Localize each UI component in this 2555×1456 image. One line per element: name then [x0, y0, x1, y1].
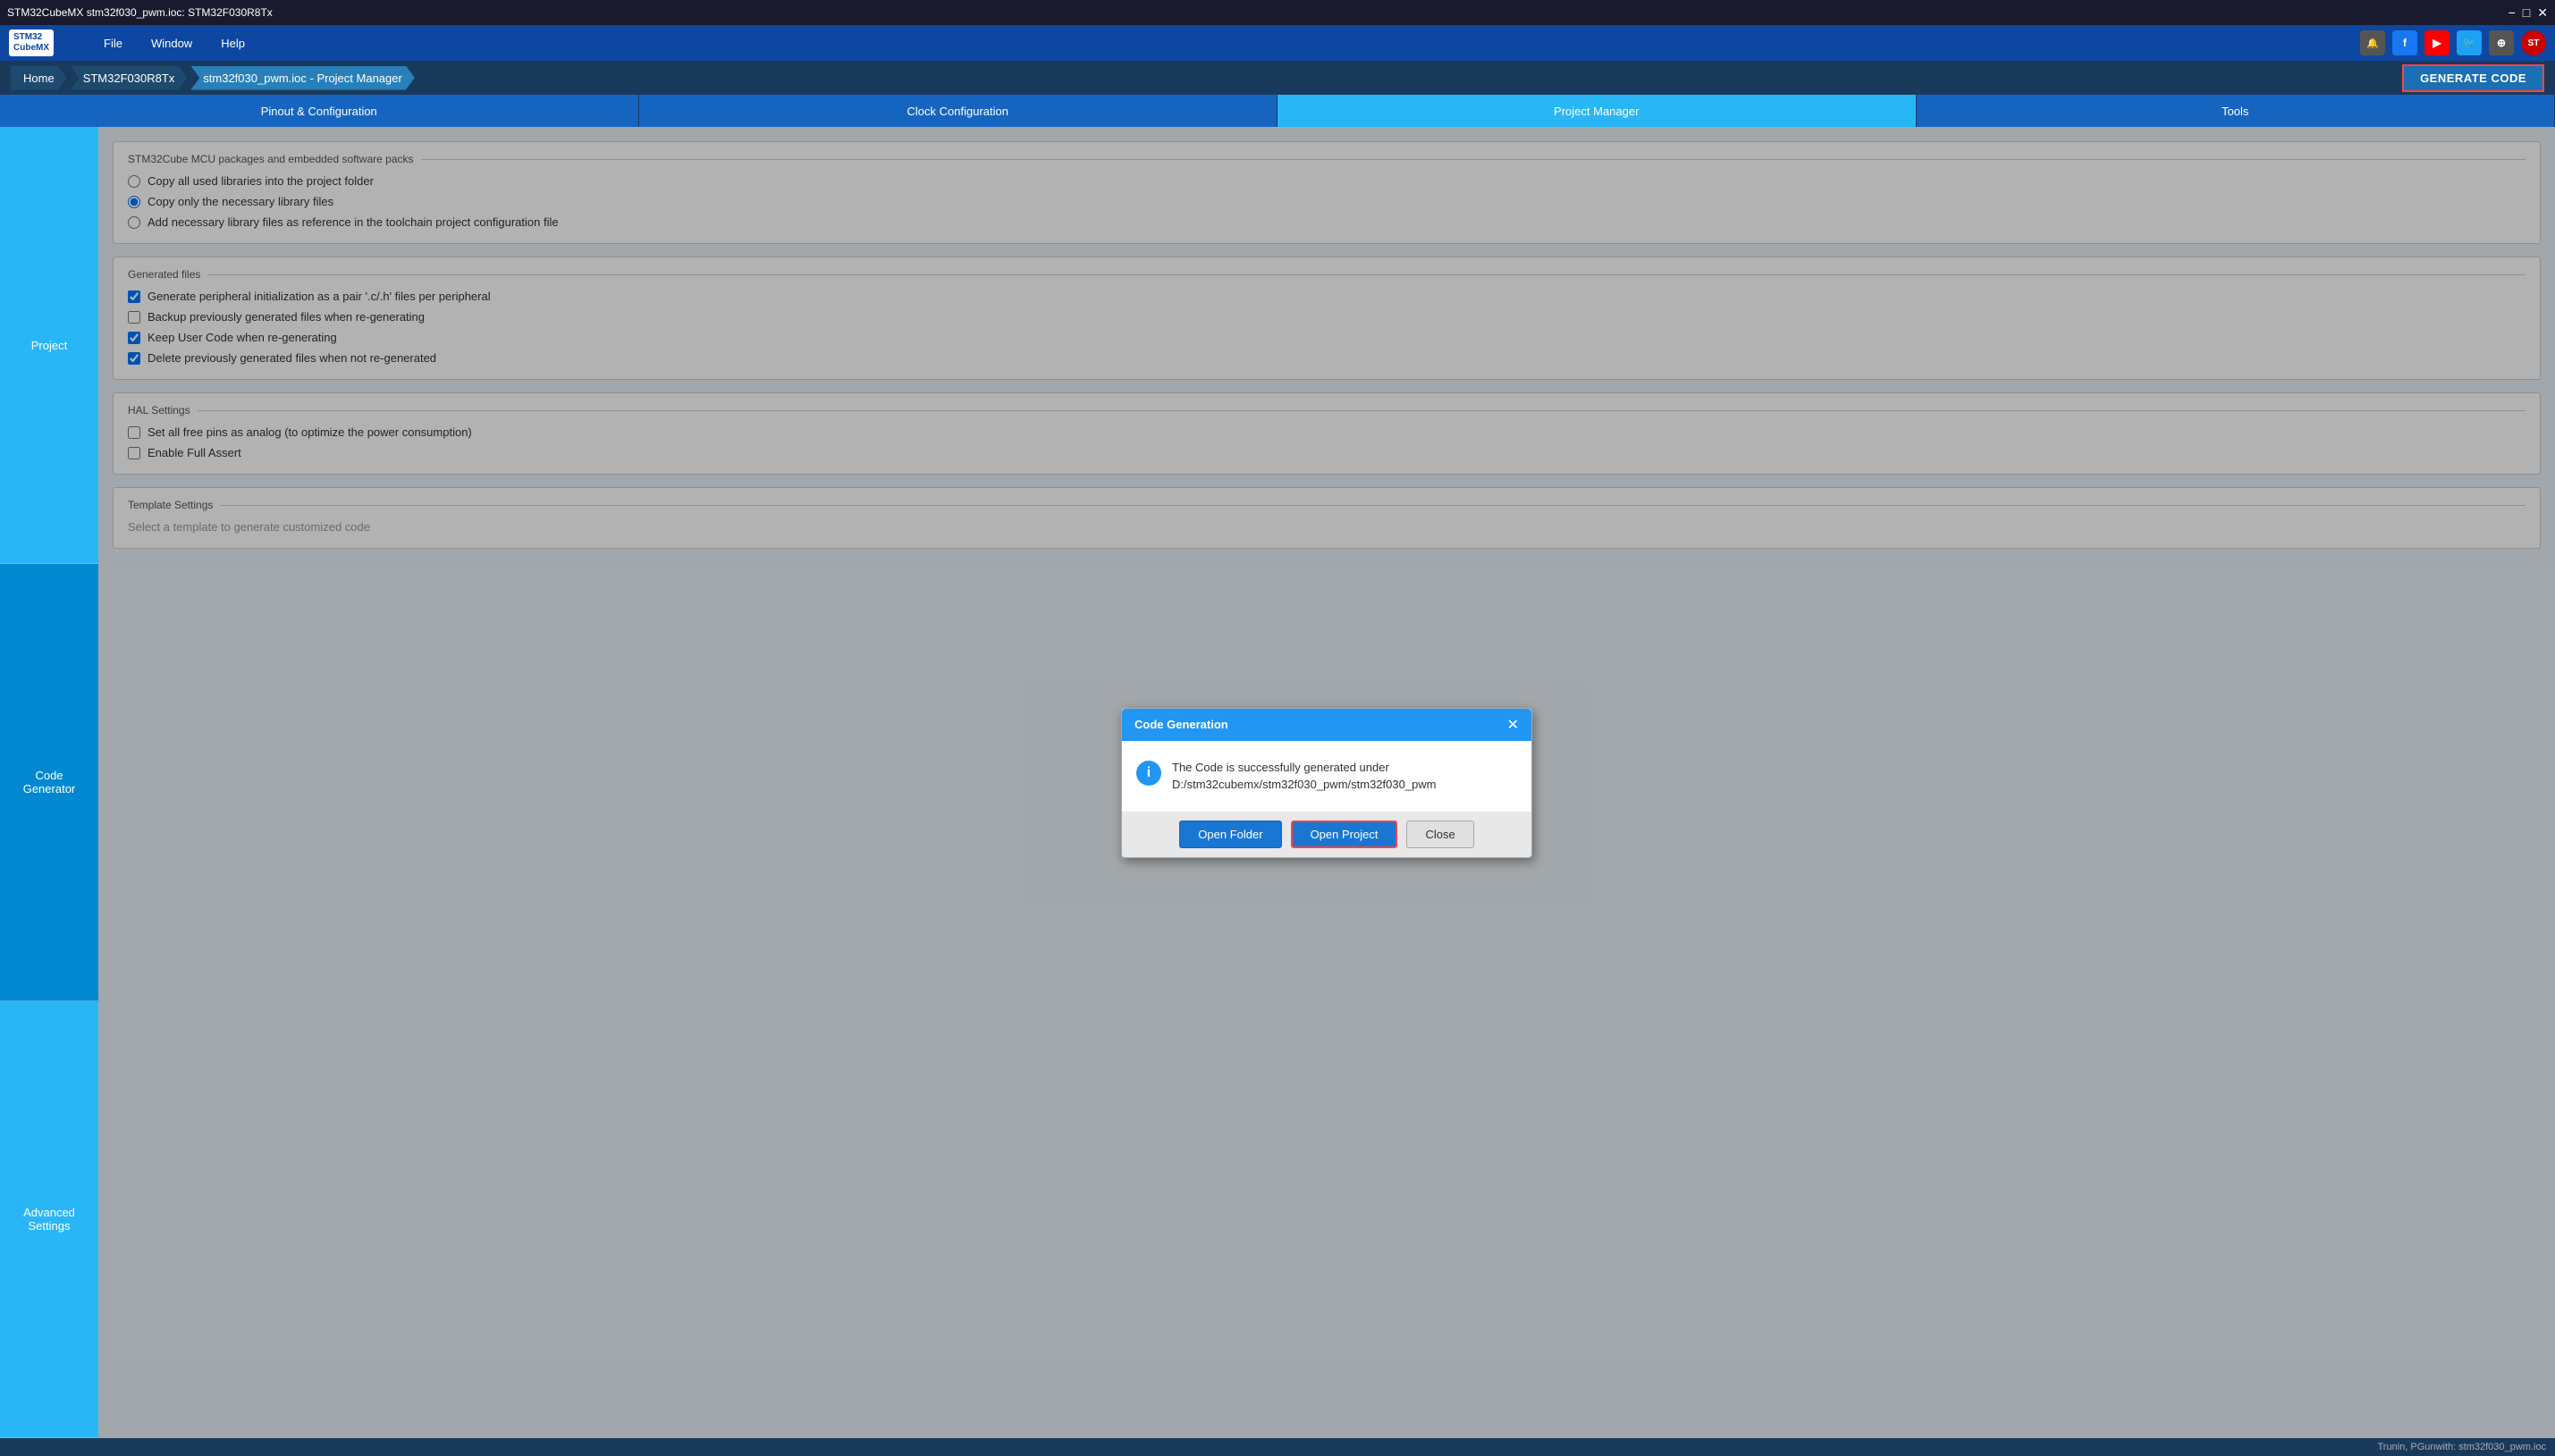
close-button[interactable]: ✕ — [2537, 5, 2548, 21]
tab-clock[interactable]: Clock Configuration — [639, 95, 1278, 127]
notification-icon[interactable]: 🔔 — [2360, 30, 2385, 55]
breadcrumb-bar: Home STM32F030R8Tx stm32f030_pwm.ioc - P… — [0, 61, 2555, 95]
modal-header: Code Generation ✕ — [1122, 709, 1531, 741]
modal-footer: Open Folder Open Project Close — [1122, 812, 1531, 857]
network-icon[interactable]: ⊕ — [2489, 30, 2514, 55]
tab-project-manager[interactable]: Project Manager — [1278, 95, 1917, 127]
modal-close-button[interactable]: ✕ — [1507, 716, 1519, 734]
menu-help[interactable]: Help — [207, 31, 259, 55]
youtube-icon[interactable]: ▶ — [2424, 30, 2450, 55]
status-text: Trunin, PGunwith: stm32f030_pwm.ioc — [2377, 1442, 2546, 1452]
modal-overlay: Code Generation ✕ i The Code is successf… — [98, 127, 2555, 1438]
content-area: STM32Cube MCU packages and embedded soft… — [98, 127, 2555, 1438]
tab-tools[interactable]: Tools — [1917, 95, 2555, 127]
app-title: STM32CubeMX stm32f030_pwm.ioc: STM32F030… — [7, 6, 273, 19]
main-layout: Project Code Generator Advanced Settings… — [0, 127, 2555, 1438]
generate-code-button[interactable]: GENERATE CODE — [2402, 64, 2544, 92]
tab-pinout[interactable]: Pinout & Configuration — [0, 95, 639, 127]
status-bar: Trunin, PGunwith: stm32f030_pwm.ioc — [0, 1438, 2555, 1456]
modal-message: The Code is successfully generated under… — [1172, 759, 1517, 794]
tab-bar: Pinout & Configuration Clock Configurati… — [0, 95, 2555, 127]
menu-bar: STM32 CubeMX File Window Help 🔔 f ▶ 🐦 ⊕ … — [0, 25, 2555, 61]
open-folder-button[interactable]: Open Folder — [1179, 821, 1281, 848]
menu-file[interactable]: File — [89, 31, 137, 55]
open-project-button[interactable]: Open Project — [1291, 821, 1398, 848]
sidebar-item-advanced-settings[interactable]: Advanced Settings — [0, 1001, 98, 1438]
breadcrumb-home[interactable]: Home — [11, 66, 67, 90]
title-bar-controls: − □ ✕ — [2509, 5, 2548, 21]
maximize-button[interactable]: □ — [2523, 5, 2530, 21]
app-logo: STM32 CubeMX — [9, 29, 54, 56]
st-logo[interactable]: ST — [2521, 30, 2546, 55]
minimize-button[interactable]: − — [2509, 5, 2516, 21]
twitter-icon[interactable]: 🐦 — [2457, 30, 2482, 55]
modal-info-icon: i — [1136, 761, 1161, 786]
breadcrumb-device[interactable]: STM32F030R8Tx — [71, 66, 188, 90]
modal-body: i The Code is successfully generated und… — [1122, 741, 1531, 812]
title-bar-title: STM32CubeMX stm32f030_pwm.ioc: STM32F030… — [7, 6, 273, 19]
sidebar: Project Code Generator Advanced Settings — [0, 127, 98, 1438]
sidebar-item-project[interactable]: Project — [0, 127, 98, 564]
menu-window[interactable]: Window — [137, 31, 207, 55]
modal-title: Code Generation — [1134, 718, 1228, 731]
logo-box: STM32 CubeMX — [9, 29, 54, 56]
breadcrumb-project[interactable]: stm32f030_pwm.ioc - Project Manager — [190, 66, 415, 90]
dialog-close-button[interactable]: Close — [1406, 821, 1473, 848]
facebook-icon[interactable]: f — [2392, 30, 2417, 55]
code-generation-dialog: Code Generation ✕ i The Code is successf… — [1121, 708, 1532, 858]
menu-bar-right: 🔔 f ▶ 🐦 ⊕ ST — [2360, 30, 2546, 55]
sidebar-item-code-generator[interactable]: Code Generator — [0, 564, 98, 1001]
title-bar: STM32CubeMX stm32f030_pwm.ioc: STM32F030… — [0, 0, 2555, 25]
